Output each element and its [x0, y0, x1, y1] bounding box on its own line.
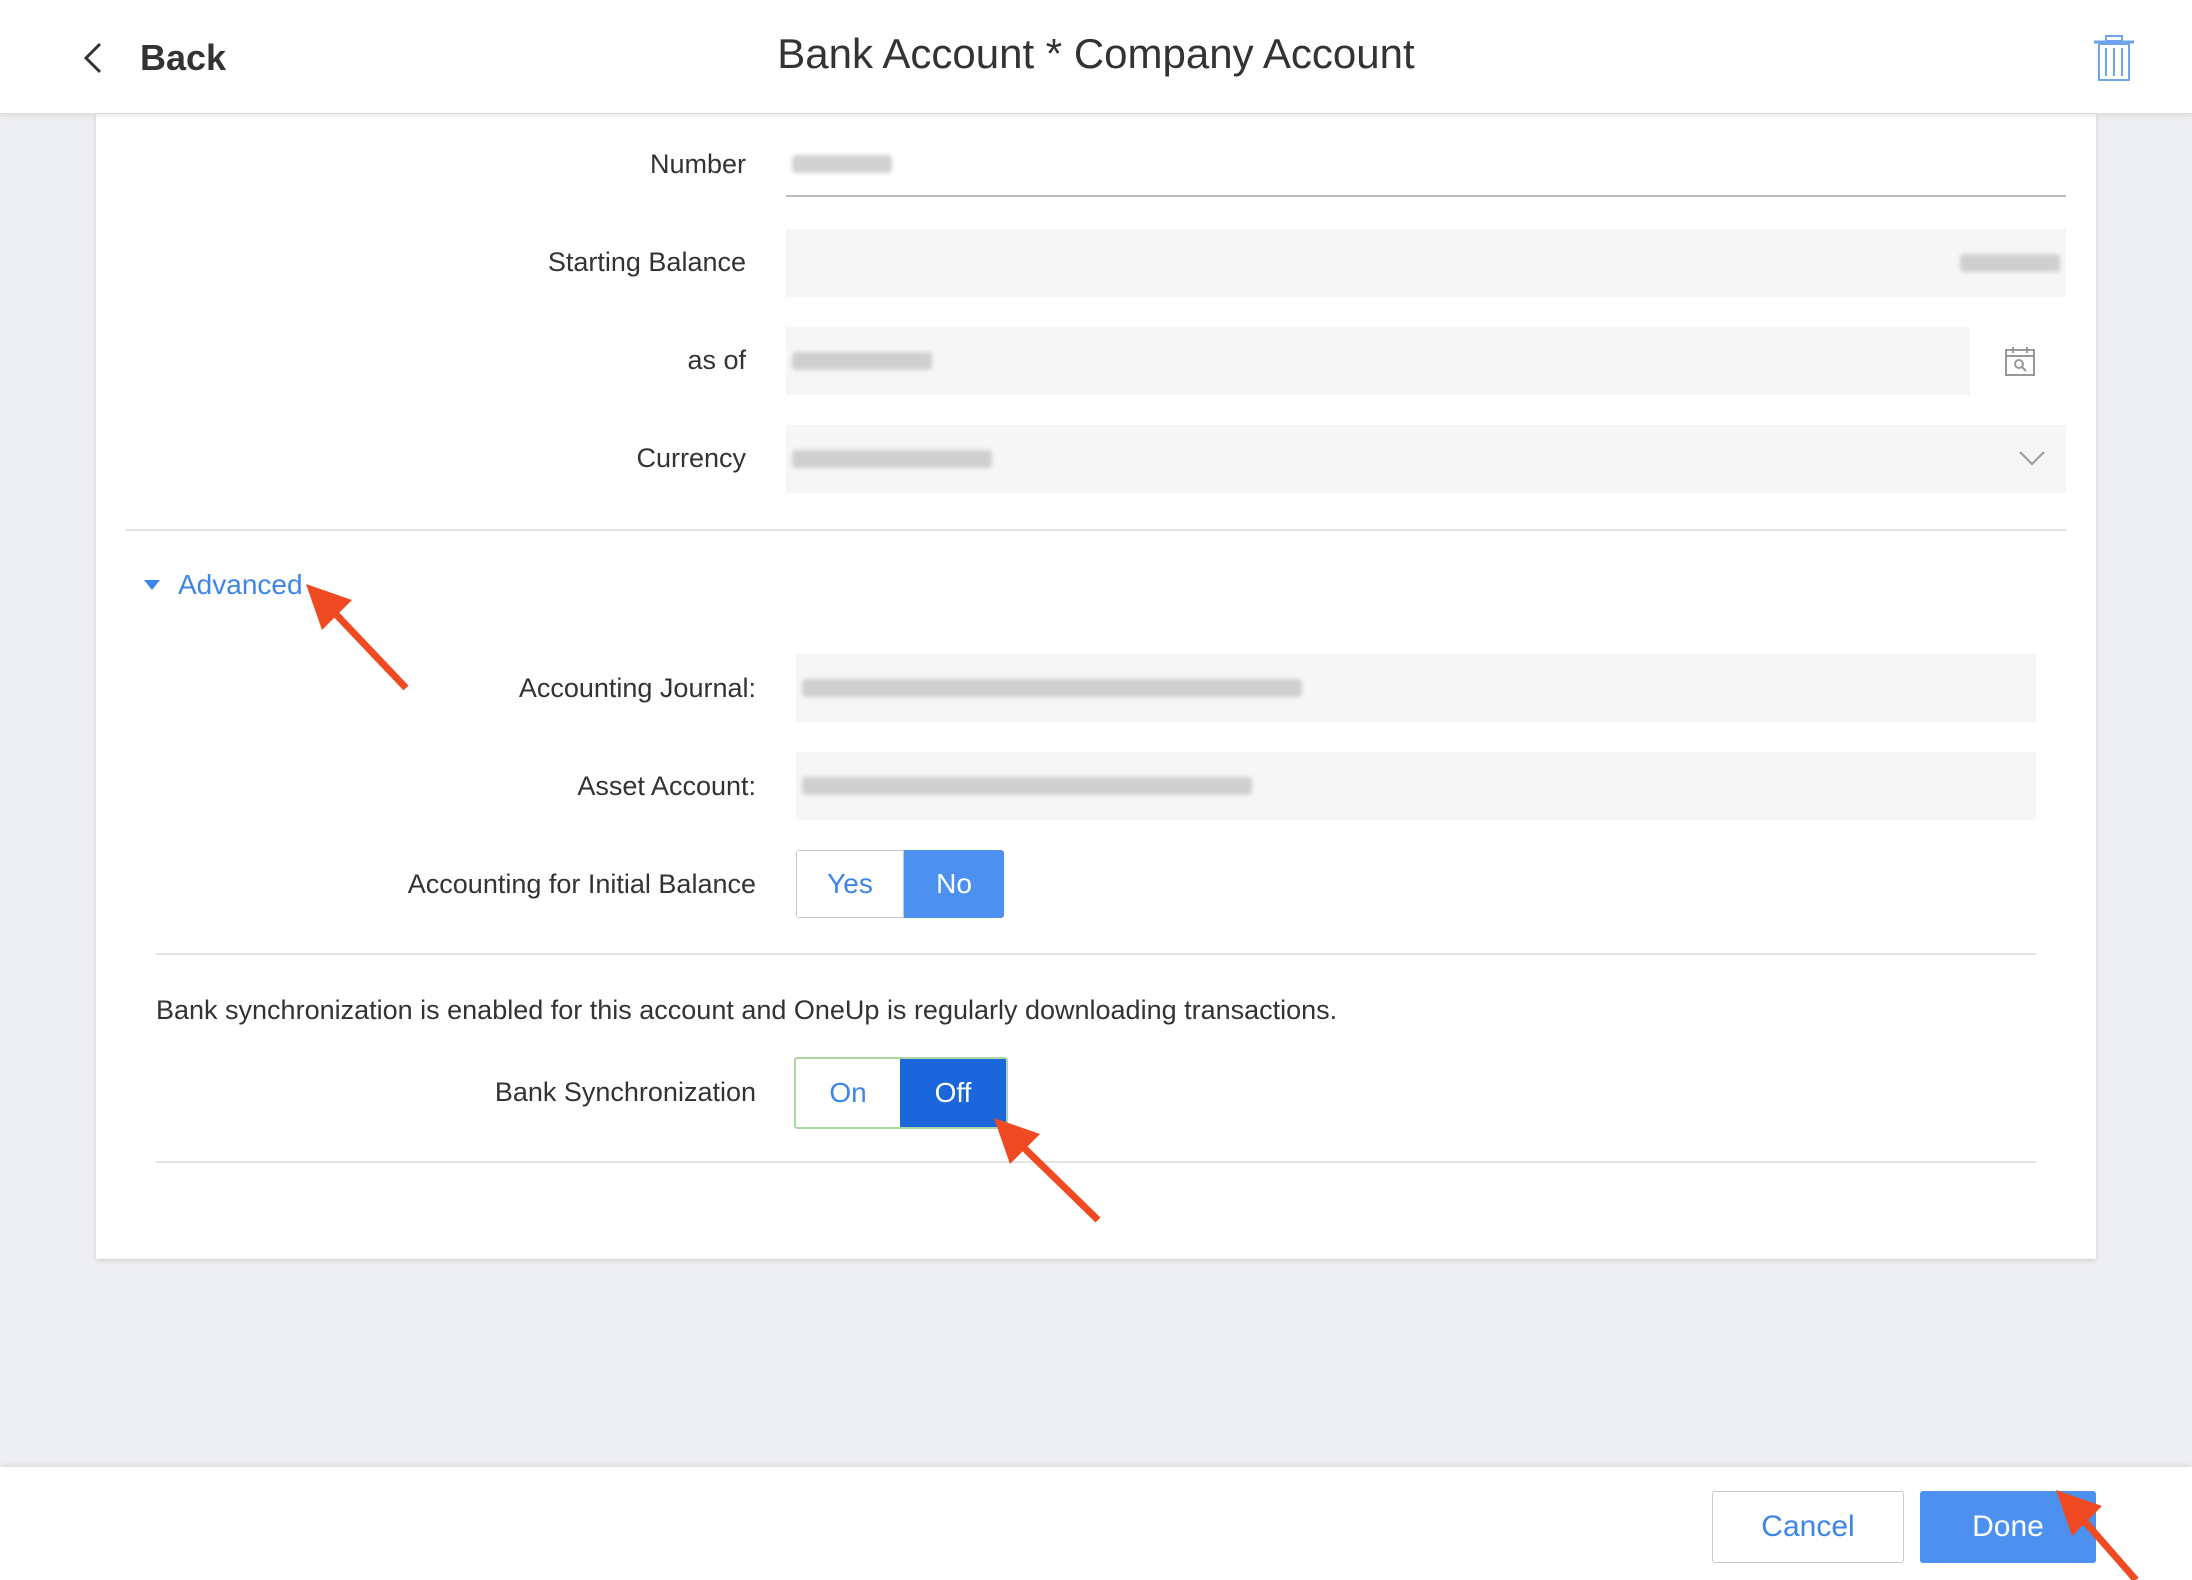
trash-icon[interactable]: [2092, 34, 2136, 82]
header-bar: Back Bank Account * Company Account: [0, 0, 2192, 114]
bank-sync-off[interactable]: Off: [900, 1059, 1006, 1127]
number-label: Number: [649, 149, 746, 179]
initial-balance-yes[interactable]: Yes: [796, 850, 904, 918]
bank-sync-on[interactable]: On: [796, 1059, 900, 1127]
bank-sync-toggle: On Off: [794, 1057, 1008, 1129]
initial-balance-no[interactable]: No: [904, 850, 1004, 918]
as-of-label: as of: [687, 345, 746, 375]
as-of-date-field[interactable]: [786, 327, 1970, 395]
currency-select[interactable]: [786, 425, 2066, 493]
asset-account-field[interactable]: [796, 752, 2036, 820]
currency-label: Currency: [636, 443, 746, 473]
chevron-down-icon: [2019, 451, 2045, 466]
starting-balance-label: Starting Balance: [547, 247, 746, 277]
section-divider: [156, 1161, 2036, 1163]
cancel-button[interactable]: Cancel: [1712, 1491, 1904, 1563]
number-field[interactable]: [786, 133, 2066, 197]
initial-balance-toggle: Yes No: [796, 850, 1004, 918]
done-button[interactable]: Done: [1920, 1491, 2096, 1563]
asset-account-label: Asset Account:: [577, 771, 756, 801]
starting-balance-field[interactable]: [786, 229, 2066, 297]
advanced-label: Advanced: [178, 569, 303, 600]
bank-sync-label: Bank Synchronization: [494, 1077, 756, 1107]
section-divider: [126, 529, 2066, 531]
redacted-value: [802, 679, 1302, 697]
redacted-value: [792, 155, 892, 173]
redacted-value: [802, 777, 1252, 795]
redacted-value: [792, 450, 992, 468]
footer-bar: Cancel Done: [0, 1467, 2192, 1580]
advanced-toggle[interactable]: Advanced: [144, 569, 303, 601]
section-divider: [156, 953, 2036, 955]
redacted-value: [792, 352, 932, 370]
sync-status-note: Bank synchronization is enabled for this…: [156, 995, 1338, 1025]
page-title: Bank Account * Company Account: [777, 30, 1415, 77]
calendar-icon[interactable]: [2004, 345, 2036, 377]
account-form-card: Number Starting Balance as of Currency A…: [96, 113, 2096, 1259]
initial-balance-label: Accounting for Initial Balance: [407, 869, 756, 899]
accounting-journal-field[interactable]: [796, 654, 2036, 722]
accounting-journal-label: Accounting Journal:: [518, 673, 756, 703]
redacted-value: [1960, 254, 2060, 272]
caret-down-icon: [144, 580, 160, 590]
